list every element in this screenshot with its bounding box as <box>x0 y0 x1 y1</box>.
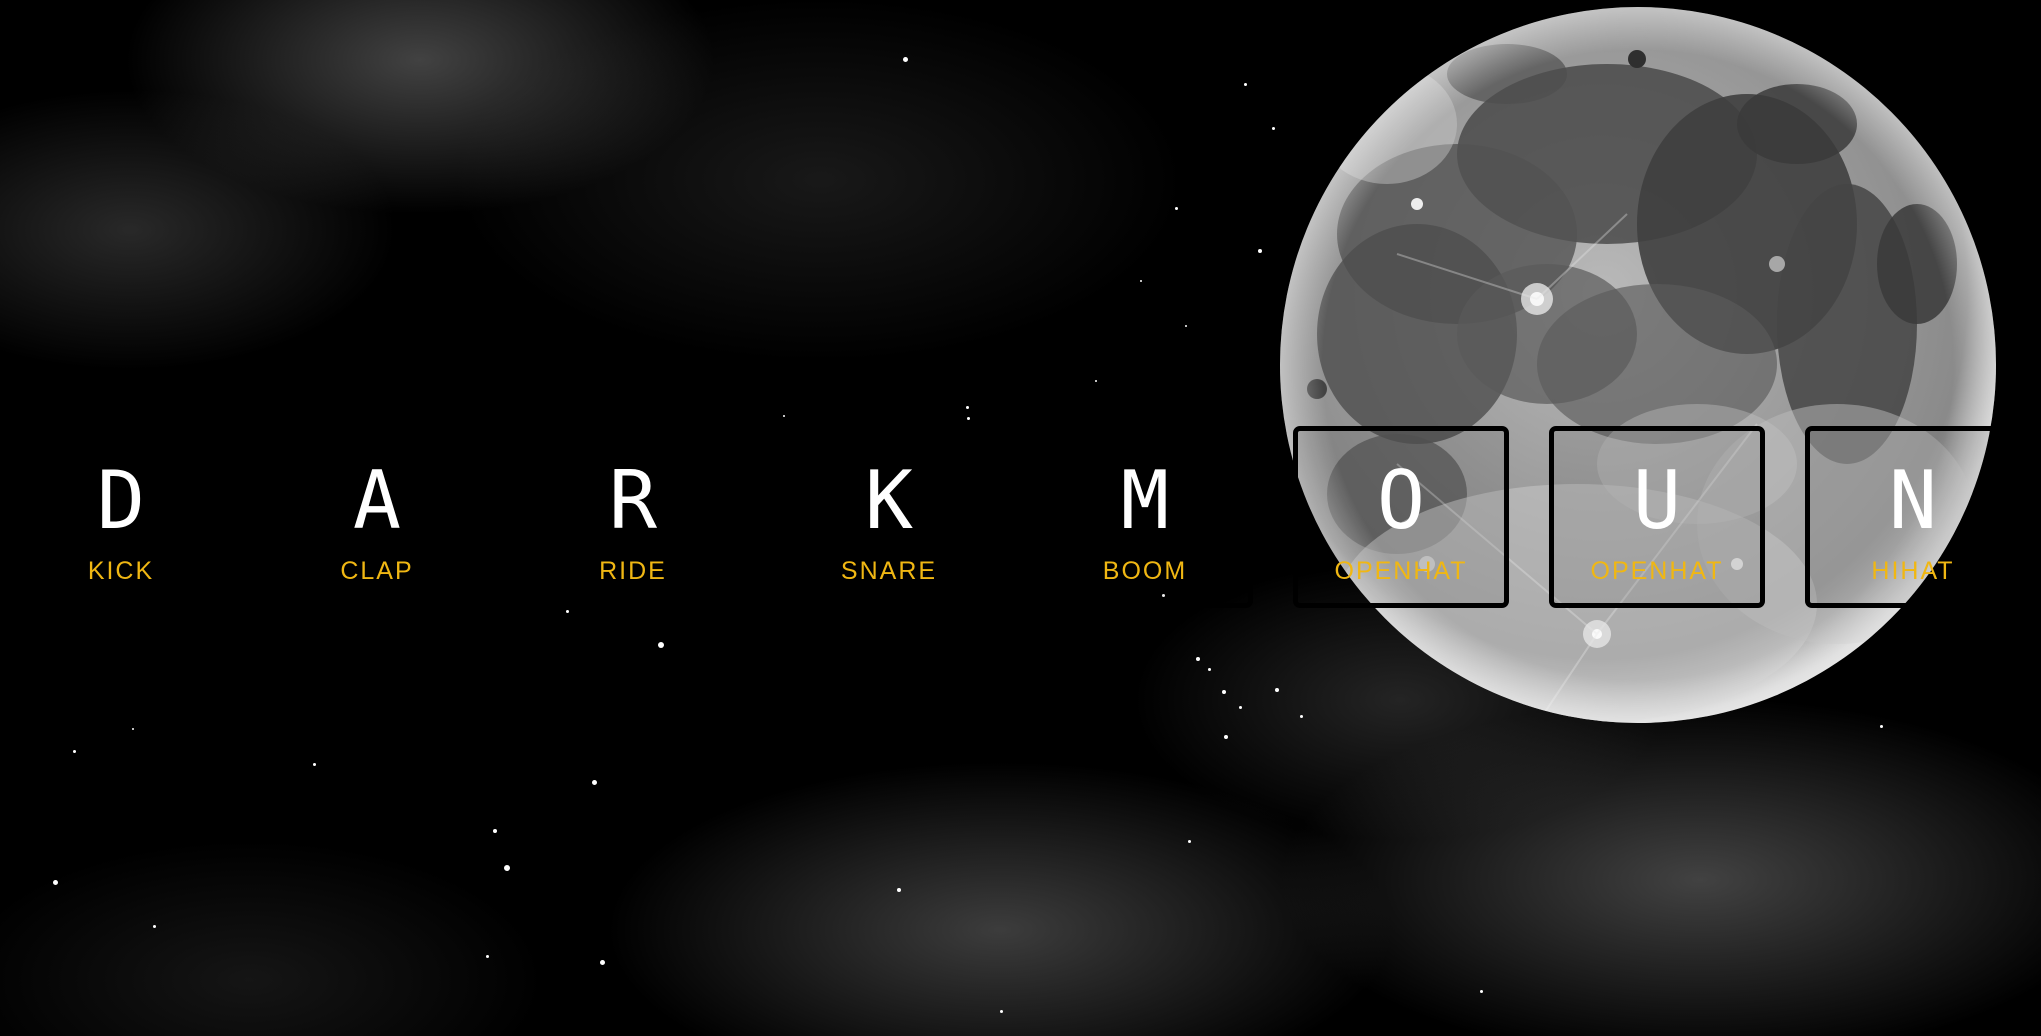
key-letter: N <box>1888 454 1938 547</box>
sound-label: RIDE <box>599 557 667 585</box>
drum-key-d[interactable]: D KICK <box>13 426 229 608</box>
sound-label: SNARE <box>840 557 938 585</box>
drum-key-u[interactable]: U OPENHAT <box>1549 426 1765 608</box>
key-letter: R <box>608 454 658 547</box>
drum-key-n[interactable]: N HIHAT <box>1805 426 2021 608</box>
key-letter: O <box>1376 454 1426 547</box>
key-letter: K <box>864 454 914 547</box>
drum-key-a[interactable]: A CLAP <box>269 426 485 608</box>
key-letter: U <box>1632 454 1682 547</box>
key-letter: M <box>1120 454 1170 547</box>
sound-label: OPENHAT <box>1590 557 1724 585</box>
sound-label: BOOM <box>1102 557 1188 585</box>
sound-label: OPENHAT <box>1334 557 1468 585</box>
drum-key-m[interactable]: M BOOM <box>1037 426 1253 608</box>
sound-label: HIHAT <box>1871 557 1955 585</box>
night-sky-background: D KICK A CLAP R RIDE K SNARE M BOOM O OP… <box>0 0 2041 1036</box>
drum-kit: D KICK A CLAP R RIDE K SNARE M BOOM O OP… <box>0 0 2041 1036</box>
drum-key-o[interactable]: O OPENHAT <box>1293 426 1509 608</box>
drum-key-r[interactable]: R RIDE <box>525 426 741 608</box>
sound-label: CLAP <box>340 557 414 585</box>
drum-key-k[interactable]: K SNARE <box>781 426 997 608</box>
key-letter: A <box>352 454 402 547</box>
key-letter: D <box>96 454 146 547</box>
sound-label: KICK <box>87 557 155 585</box>
